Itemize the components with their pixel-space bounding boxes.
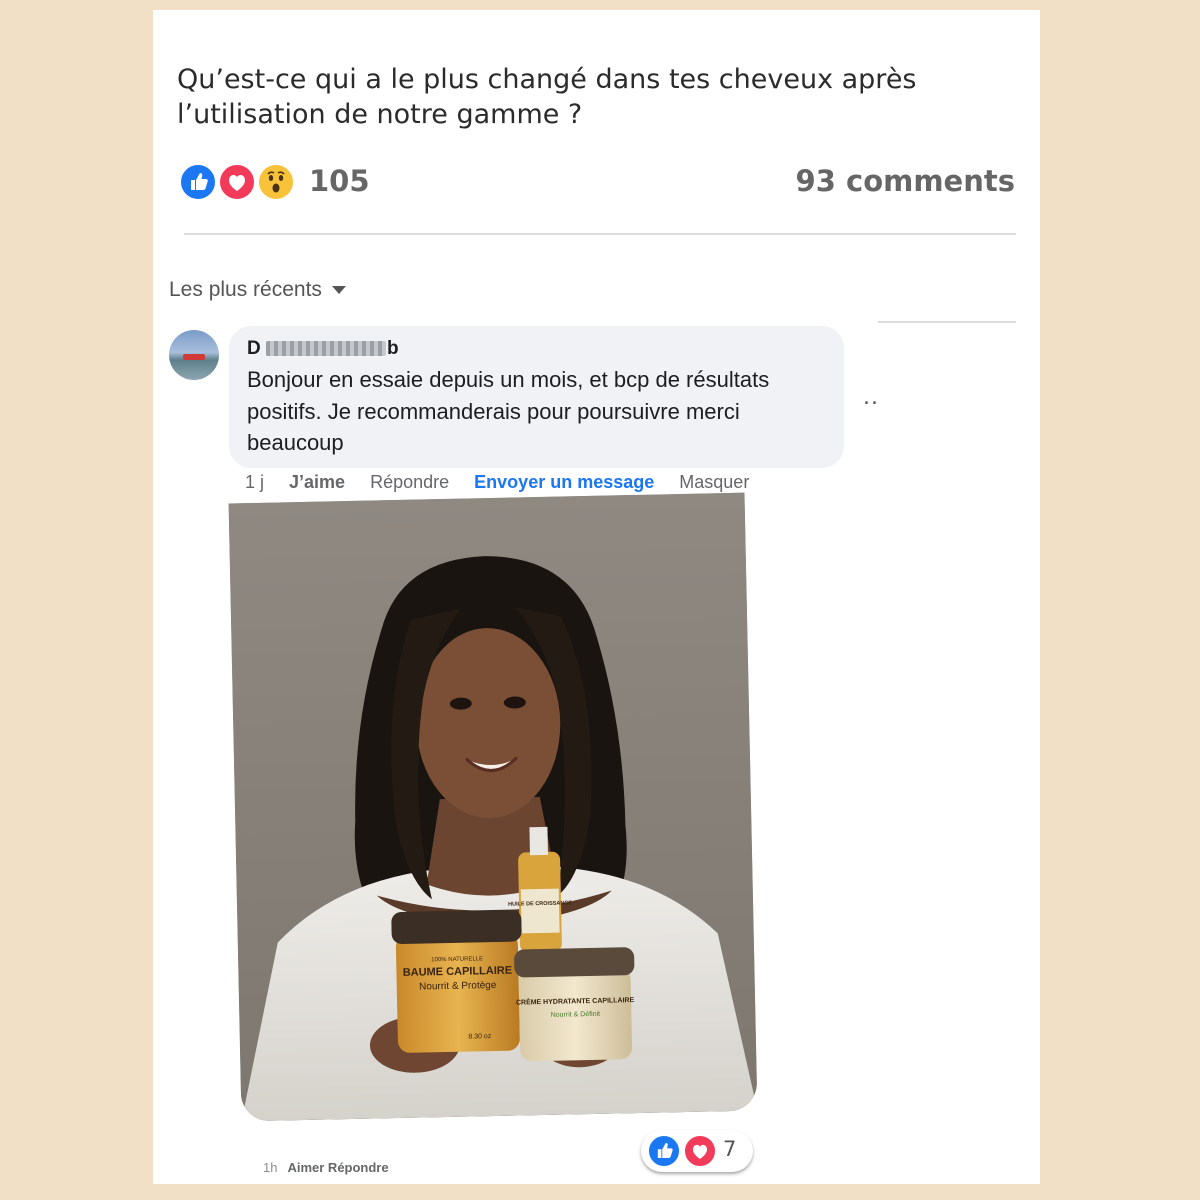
reactions-bar: 105 93 comments	[179, 162, 1015, 202]
comment-reactions[interactable]: 7	[641, 1130, 753, 1172]
footer-like-reply[interactable]: Aimer Répondre	[287, 1160, 388, 1175]
post-question: Qu’est-ce qui a le plus changé dans tes …	[177, 64, 917, 130]
caret-down-icon	[331, 286, 346, 295]
send-message-button[interactable]: Envoyer un message	[474, 472, 654, 492]
divider	[184, 233, 1016, 235]
comment-time: 1 j	[245, 472, 265, 492]
jar1-title: BAUME CAPILLAIRE	[403, 965, 513, 979]
author-name-tail: b	[387, 338, 399, 359]
jar1-small-label: 100% NATURELLE	[431, 956, 483, 963]
comments-count[interactable]: 93 comments	[796, 164, 1015, 198]
comment-text: Bonjour en essaie depuis un mois, et bcp…	[247, 367, 770, 455]
footer-time: 1h	[263, 1160, 278, 1175]
author-name-redacted	[266, 341, 386, 356]
comment-actions: 1 j J’aime Répondre Envoyer un message M…	[245, 472, 769, 493]
love-icon	[683, 1134, 717, 1168]
like-button[interactable]: J’aime	[289, 472, 345, 492]
comment-photo[interactable]: 100% NATURELLE BAUME CAPILLAIRE Nourrit …	[228, 492, 758, 1122]
sort-label: Les plus récents	[169, 278, 322, 301]
post-card: Qu’est-ce qui a le plus changé dans tes …	[153, 10, 1040, 1184]
love-icon	[218, 163, 256, 201]
avatar[interactable]	[169, 330, 219, 380]
jar2-subtitle: Nourrit & Définit	[551, 1011, 601, 1019]
divider	[878, 321, 1016, 323]
wow-icon	[257, 163, 295, 201]
more-options-icon[interactable]: ..	[863, 385, 879, 410]
comment-reaction-count: 7	[723, 1137, 737, 1161]
reply-button[interactable]: Répondre	[370, 472, 449, 492]
hide-button[interactable]: Masquer	[679, 472, 749, 492]
jar1-subtitle: Nourrit & Protège	[419, 980, 497, 993]
footer-actions: 1h Aimer Répondre	[263, 1160, 389, 1175]
photo-illustration: 100% NATURELLE BAUME CAPILLAIRE Nourrit …	[228, 492, 758, 1122]
author-visible-initial: D	[247, 338, 261, 359]
sort-dropdown[interactable]: Les plus récents	[169, 278, 346, 302]
comment-bubble: D b Bonjour en essaie depuis un mois, et…	[229, 326, 844, 468]
reaction-icons[interactable]	[179, 162, 299, 202]
comment-author[interactable]: D	[247, 338, 261, 360]
reactions-count[interactable]: 105	[309, 164, 370, 198]
jar1-weight: 8.30 oz	[468, 1033, 492, 1040]
like-icon	[647, 1134, 681, 1168]
avatar-boat	[183, 354, 205, 360]
like-icon	[179, 163, 217, 201]
